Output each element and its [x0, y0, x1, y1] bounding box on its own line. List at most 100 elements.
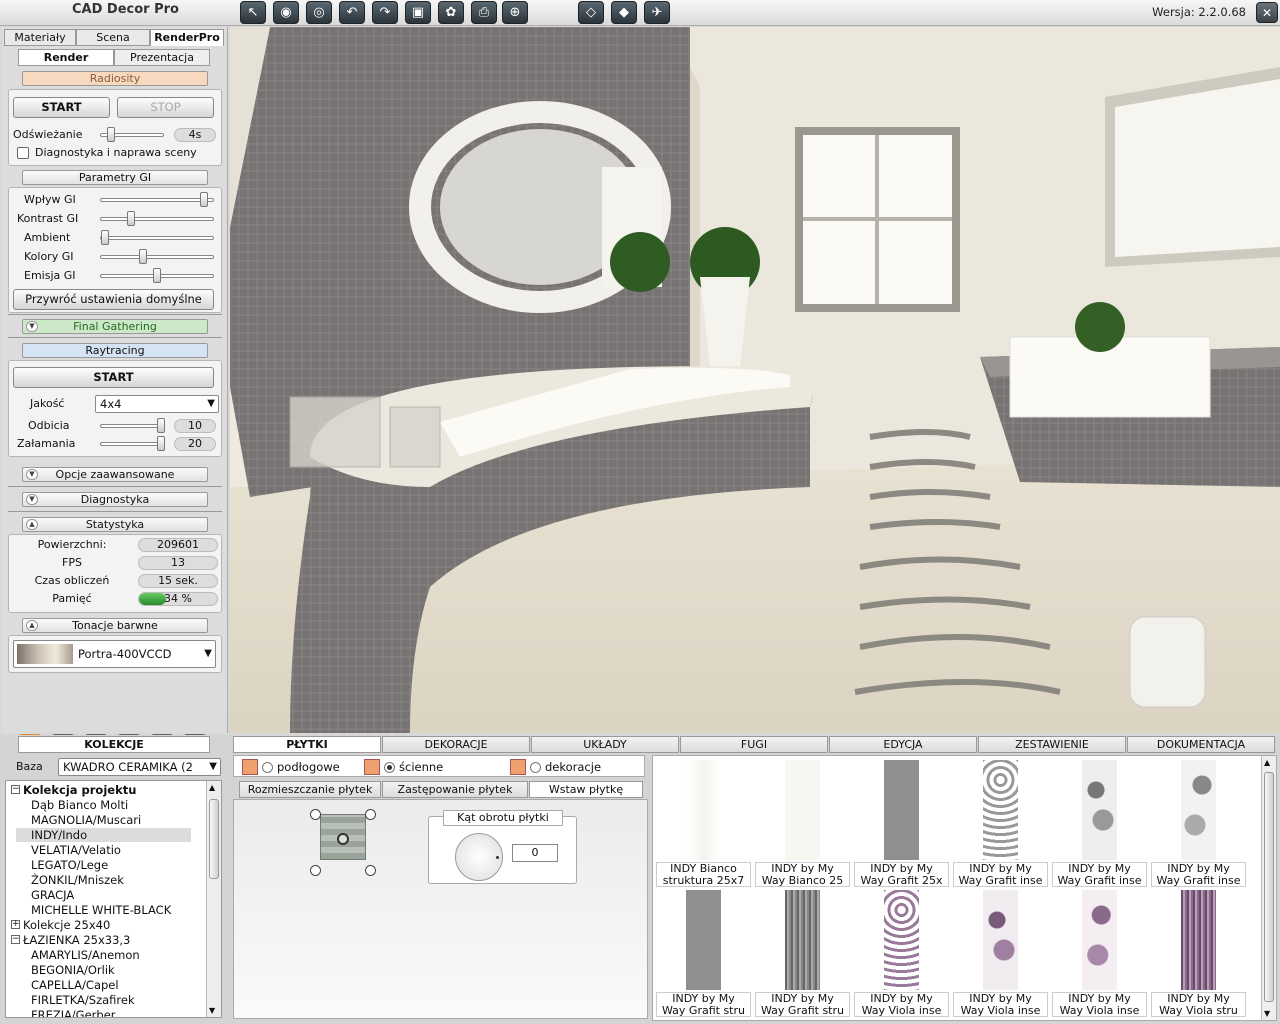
final-gathering-header[interactable]: ▼ Final Gathering	[22, 319, 208, 334]
rotate-handle[interactable]	[365, 865, 376, 876]
refresh-slider[interactable]	[100, 127, 164, 142]
filter-option[interactable]: podłogowe	[242, 759, 340, 775]
filter-option[interactable]: dekoracje	[510, 759, 601, 775]
raytracing-header[interactable]: Raytracing	[22, 343, 208, 358]
scroll-up-icon[interactable]: ▲	[1264, 758, 1270, 767]
tab-layouts[interactable]: UKŁADY	[531, 736, 679, 753]
rotation-input[interactable]: 0	[512, 844, 558, 862]
tab-materials[interactable]: Materiały	[4, 29, 76, 46]
subtab-insert[interactable]: Wstaw płytkę	[529, 781, 643, 798]
collapse-icon[interactable]: −	[11, 935, 20, 944]
tree-item[interactable]: MICHELLE WHITE-BLACK	[31, 903, 171, 917]
rotate-handle[interactable]	[310, 809, 321, 820]
radiosity-start-button[interactable]: START	[13, 97, 110, 118]
tree-item[interactable]: Kolekcje 25x40	[23, 918, 110, 932]
tone-select[interactable]: Portra-400VCCD ▼	[13, 640, 216, 668]
tulip-icon[interactable]: ✿	[438, 1, 464, 24]
gi-param-slider-knob[interactable]	[153, 268, 161, 283]
filter-radio[interactable]	[530, 762, 541, 773]
subtab-placement[interactable]: Rozmieszczanie płytek	[239, 781, 381, 798]
reflections-slider-knob[interactable]	[157, 418, 165, 433]
restore-defaults-button[interactable]: Przywróć ustawienia domyślne	[13, 289, 214, 310]
scroll-down-icon[interactable]: ▼	[1264, 1009, 1270, 1018]
tree-item[interactable]: BEGONIA/Orlik	[31, 963, 115, 977]
tile-thumbnail[interactable]: INDY by My Way Viola stru	[1151, 888, 1246, 1017]
filter-option[interactable]: ścienne	[364, 759, 443, 775]
gi-param-slider[interactable]	[100, 249, 214, 264]
base-select[interactable]: KWADRO CERAMIKA (2 ▼	[58, 758, 221, 776]
save-icon[interactable]: ▣	[405, 1, 431, 24]
tile-thumbnail[interactable]: INDY by My Way Grafit inse	[1151, 758, 1246, 887]
refractions-slider-knob[interactable]	[157, 436, 165, 451]
tree-item[interactable]: ŻONKIL/Mniszek	[31, 873, 124, 887]
gi-param-slider[interactable]	[100, 268, 214, 283]
gi-param-slider-knob[interactable]	[101, 230, 109, 245]
radiosity-header[interactable]: Radiosity	[22, 71, 208, 86]
gi-param-slider-knob[interactable]	[139, 249, 148, 264]
tile-thumbnail[interactable]: INDY by My Way Grafit stru	[656, 888, 751, 1017]
subtab-presentation[interactable]: Prezentacja	[114, 49, 210, 66]
globe-icon[interactable]: ⊕	[502, 1, 528, 24]
undo-icon[interactable]: ↶	[339, 1, 365, 24]
tile-thumbnail[interactable]: INDY by My Way Grafit inse	[1052, 758, 1147, 887]
tile-thumbnail[interactable]: INDY by My Way Grafit inse	[953, 758, 1048, 887]
render-viewport[interactable]	[230, 27, 1280, 733]
reflections-slider[interactable]	[100, 418, 165, 433]
subtab-render[interactable]: Render	[18, 49, 114, 66]
tree-item[interactable]: LEGATO/Lege	[31, 858, 108, 872]
tree-item[interactable]: VELATIA/Velatio	[31, 843, 121, 857]
gi-param-slider-knob[interactable]	[127, 211, 135, 226]
quality-select[interactable]: 4x4 ▼	[95, 395, 219, 413]
rotate-handle[interactable]	[365, 809, 376, 820]
tab-documentation[interactable]: DOKUMENTACJA	[1127, 736, 1275, 753]
tree-scrollbar[interactable]: ▲ ▼	[206, 781, 221, 1017]
tile-thumbnail[interactable]: INDY by My Way Viola inse	[1052, 888, 1147, 1017]
plane-icon[interactable]: ✈	[644, 1, 670, 24]
tree-item[interactable]: Kolekcja projektu	[23, 783, 136, 797]
subtab-replacement[interactable]: Zastępowanie płytek	[382, 781, 528, 798]
tree-item[interactable]: Dąb Bianco Molti	[31, 798, 128, 812]
expand-icon[interactable]: +	[11, 920, 20, 929]
scroll-down-icon[interactable]: ▼	[209, 1006, 215, 1015]
tile-thumbnail[interactable]: INDY by My Way Grafit 25x	[854, 758, 949, 887]
gi-param-slider[interactable]	[100, 211, 214, 226]
collapse-icon[interactable]: −	[11, 785, 20, 794]
tab-edit[interactable]: EDYCJA	[829, 736, 977, 753]
tile-thumbnail[interactable]: INDY by My Way Grafit stru	[755, 888, 850, 1017]
tree-scrollbar-thumb[interactable]	[209, 799, 219, 879]
diagnostics-header[interactable]: ▼ Diagnostyka	[22, 492, 208, 507]
tile-thumbnail[interactable]: INDY by My Way Viola inse	[854, 888, 949, 1017]
refresh-slider-knob[interactable]	[106, 127, 115, 142]
redo-icon[interactable]: ↷	[372, 1, 398, 24]
tree-item[interactable]: MAGNOLIA/Muscari	[31, 813, 141, 827]
tab-renderpro[interactable]: RenderPro	[150, 29, 224, 46]
tree-item[interactable]: FIRLETKA/Szafirek	[31, 993, 135, 1007]
tile-thumbnail[interactable]: INDY Bianco struktura 25x7	[656, 758, 751, 887]
scroll-up-icon[interactable]: ▲	[209, 783, 215, 792]
tab-summary[interactable]: ZESTAWIENIE	[978, 736, 1126, 753]
tab-tiles[interactable]: PŁYTKI	[233, 736, 381, 753]
tab-decorations[interactable]: DEKORACJE	[382, 736, 530, 753]
tree-item[interactable]: ŁAZIENKA 25x33,3	[23, 933, 130, 947]
rotation-dial[interactable]	[455, 833, 503, 881]
statistics-header[interactable]: ▲ Statystyka	[22, 517, 208, 532]
eye-icon[interactable]: ◉	[273, 1, 299, 24]
tree-item[interactable]: INDY/Indo	[16, 828, 191, 842]
gi-param-slider[interactable]	[100, 192, 214, 207]
tree-item[interactable]: FREZJA/Gerber	[31, 1008, 116, 1017]
tree-item[interactable]: GRACJA	[31, 888, 74, 902]
tab-grout[interactable]: FUGI	[680, 736, 828, 753]
filter-radio[interactable]	[262, 762, 273, 773]
raytracing-start-button[interactable]: START	[13, 367, 214, 388]
filter-radio[interactable]	[384, 762, 395, 773]
advanced-options-header[interactable]: ▼ Opcje zaawansowane	[22, 467, 208, 482]
gi-param-slider[interactable]	[100, 230, 214, 245]
print-icon[interactable]: ⎙	[471, 1, 497, 24]
tree-item[interactable]: AMARYLIS/Anemon	[31, 948, 140, 962]
tab-scene[interactable]: Scena	[76, 29, 150, 46]
tile-thumbnail[interactable]: INDY by My Way Viola inse	[953, 888, 1048, 1017]
gallery-scrollbar[interactable]: ▲ ▼	[1261, 756, 1276, 1020]
gi-param-slider-knob[interactable]	[199, 192, 208, 207]
tab-collections[interactable]: KOLEKCJE	[18, 736, 210, 753]
rotate-handle[interactable]	[310, 865, 321, 876]
